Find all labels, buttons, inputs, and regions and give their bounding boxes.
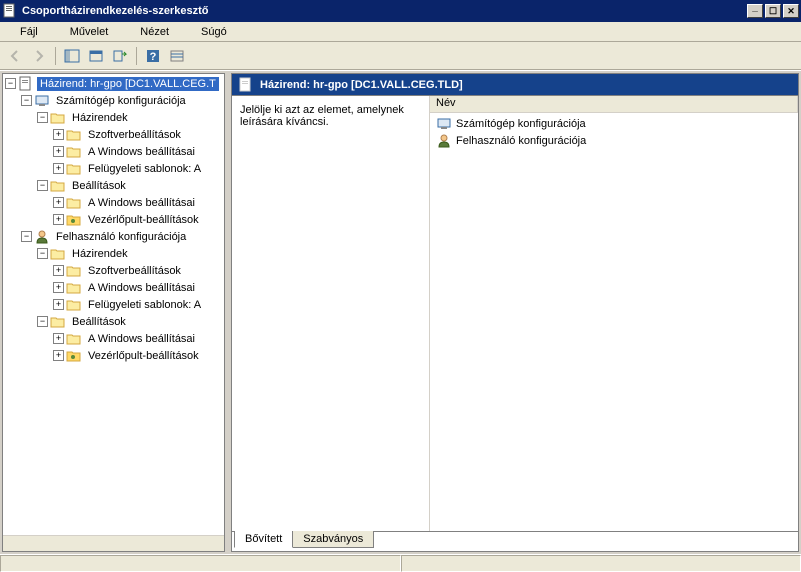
list-item-label: Számítógép konfigurációja xyxy=(456,118,586,130)
folder-icon xyxy=(66,161,82,177)
tree-user-windows-settings-pref[interactable]: + A Windows beállításai xyxy=(3,330,224,347)
tree-root[interactable]: − Házirend: hr-gpo [DC1.VALL.CEG.T xyxy=(3,75,224,92)
user-icon xyxy=(436,133,452,149)
menu-help[interactable]: Súgó xyxy=(185,24,243,40)
tree-computer-config[interactable]: − Számítógép konfigurációja xyxy=(3,92,224,109)
folder-icon xyxy=(66,144,82,160)
expand-icon[interactable]: + xyxy=(53,163,64,174)
details-body: Jelölje ki azt az elemet, amelynek leírá… xyxy=(231,95,799,532)
tree-user-preferences[interactable]: − Beállítások xyxy=(3,313,224,330)
collapse-icon[interactable]: − xyxy=(37,180,48,191)
tree-windows-settings-pref[interactable]: + A Windows beállításai xyxy=(3,194,224,211)
cpanel-folder-icon xyxy=(66,212,82,228)
status-bar xyxy=(0,554,801,572)
tree-preferences[interactable]: − Beállítások xyxy=(3,177,224,194)
details-pane: Házirend: hr-gpo [DC1.VALL.CEG.TLD] Jelö… xyxy=(231,73,799,552)
hint-text: Jelölje ki azt az elemet, amelynek leírá… xyxy=(240,104,421,128)
folder-open-icon xyxy=(50,246,66,262)
status-cell-2 xyxy=(401,555,801,572)
computer-icon xyxy=(34,93,50,109)
folder-open-icon xyxy=(50,314,66,330)
details-header: Házirend: hr-gpo [DC1.VALL.CEG.TLD] xyxy=(231,73,799,95)
maximize-button[interactable] xyxy=(765,4,781,18)
collapse-icon[interactable]: − xyxy=(37,248,48,259)
tree-pane: − Házirend: hr-gpo [DC1.VALL.CEG.T − Szá… xyxy=(2,73,225,552)
folder-icon xyxy=(66,331,82,347)
expand-icon[interactable]: + xyxy=(53,299,64,310)
list-item-computer-config[interactable]: Számítógép konfigurációja xyxy=(432,115,796,132)
tree-software-settings[interactable]: + Szoftverbeállítások xyxy=(3,126,224,143)
policy-icon xyxy=(18,76,34,92)
tree-user-config[interactable]: − Felhasználó konfigurációja xyxy=(3,228,224,245)
forward-button[interactable] xyxy=(28,45,50,67)
title-bar: Csoportházirendkezelés-szerkesztő xyxy=(0,0,801,22)
details-title: Házirend: hr-gpo [DC1.VALL.CEG.TLD] xyxy=(260,79,463,91)
tree-windows-settings[interactable]: + A Windows beállításai xyxy=(3,143,224,160)
collapse-icon[interactable]: − xyxy=(37,112,48,123)
toolbar-separator xyxy=(136,47,137,65)
toolbar: ? xyxy=(0,42,801,70)
details-description: Jelölje ki azt az elemet, amelynek leírá… xyxy=(232,96,430,531)
horizontal-scrollbar[interactable] xyxy=(3,535,224,551)
tree-user-windows-settings[interactable]: + A Windows beállításai xyxy=(3,279,224,296)
tree-user-cpanel-settings[interactable]: + Vezérlőpult-beállítások xyxy=(3,347,224,364)
show-hide-tree-button[interactable] xyxy=(61,45,83,67)
window-title: Csoportházirendkezelés-szerkesztő xyxy=(22,5,745,17)
menu-file[interactable]: Fájl xyxy=(4,24,54,40)
expand-icon[interactable]: + xyxy=(53,265,64,276)
folder-open-icon xyxy=(50,178,66,194)
folder-icon xyxy=(66,280,82,296)
back-button[interactable] xyxy=(4,45,26,67)
status-cell-1 xyxy=(0,555,401,572)
menu-action[interactable]: Művelet xyxy=(54,24,125,40)
main-area: − Házirend: hr-gpo [DC1.VALL.CEG.T − Szá… xyxy=(0,70,801,554)
tree-user-admin-templates[interactable]: + Felügyeleti sablonok: A xyxy=(3,296,224,313)
column-name[interactable]: Név xyxy=(430,96,798,112)
minimize-button[interactable] xyxy=(747,4,763,18)
collapse-icon[interactable]: − xyxy=(37,316,48,327)
view-tabs: Bővített Szabványos xyxy=(231,532,799,552)
tree: − Házirend: hr-gpo [DC1.VALL.CEG.T − Szá… xyxy=(3,74,224,365)
folder-open-icon xyxy=(50,110,66,126)
menu-view[interactable]: Nézet xyxy=(124,24,185,40)
tree-policies[interactable]: − Házirendek xyxy=(3,109,224,126)
properties-button[interactable] xyxy=(85,45,107,67)
tree-cpanel-settings[interactable]: + Vezérlőpult-beállítások xyxy=(3,211,224,228)
details-list: Név Számítógép konfigurációja Felhasznál… xyxy=(430,96,798,531)
expand-icon[interactable]: + xyxy=(53,333,64,344)
expand-icon[interactable]: + xyxy=(53,350,64,361)
tree-admin-templates[interactable]: + Felügyeleti sablonok: A xyxy=(3,160,224,177)
expand-icon[interactable]: + xyxy=(53,197,64,208)
expand-icon[interactable]: + xyxy=(53,146,64,157)
tree-user-software-settings[interactable]: + Szoftverbeállítások xyxy=(3,262,224,279)
collapse-icon[interactable]: − xyxy=(5,78,16,89)
tree-user-policies[interactable]: − Házirendek xyxy=(3,245,224,262)
svg-text:?: ? xyxy=(150,51,157,63)
app-icon xyxy=(2,3,18,19)
menu-bar: Fájl Művelet Nézet Súgó xyxy=(0,22,801,42)
computer-icon xyxy=(436,116,452,132)
cpanel-folder-icon xyxy=(66,348,82,364)
folder-icon xyxy=(66,263,82,279)
folder-icon xyxy=(66,195,82,211)
tab-extended[interactable]: Bővített xyxy=(234,531,293,548)
tab-standard[interactable]: Szabványos xyxy=(292,531,374,548)
expand-icon[interactable]: + xyxy=(53,282,64,293)
export-button[interactable] xyxy=(109,45,131,67)
help-button[interactable]: ? xyxy=(142,45,164,67)
expand-icon[interactable]: + xyxy=(53,214,64,225)
folder-icon xyxy=(66,127,82,143)
collapse-icon[interactable]: − xyxy=(21,95,32,106)
expand-icon[interactable]: + xyxy=(53,129,64,140)
list-item-label: Felhasználó konfigurációja xyxy=(456,135,586,147)
list-header: Név xyxy=(430,96,798,113)
list-item-user-config[interactable]: Felhasználó konfigurációja xyxy=(432,132,796,149)
toolbar-separator xyxy=(55,47,56,65)
close-button[interactable] xyxy=(783,4,799,18)
collapse-icon[interactable]: − xyxy=(21,231,32,242)
user-icon xyxy=(34,229,50,245)
folder-icon xyxy=(66,297,82,313)
filter-button[interactable] xyxy=(166,45,188,67)
policy-icon xyxy=(238,77,254,93)
